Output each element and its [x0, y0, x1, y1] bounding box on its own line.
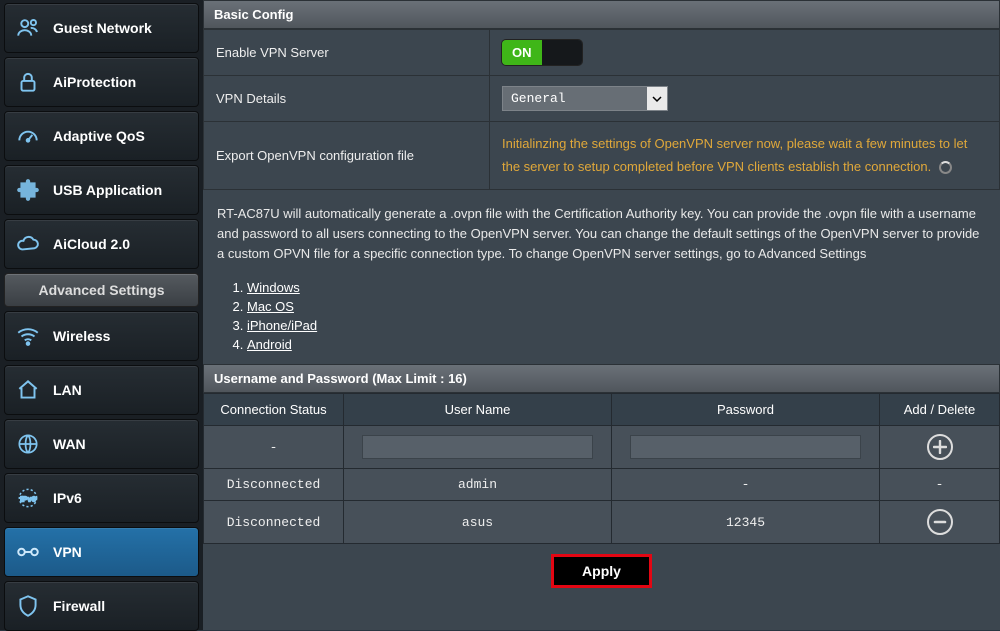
- add-button[interactable]: [927, 434, 953, 460]
- loading-spinner-icon: [939, 161, 952, 174]
- cell-status: Disconnected: [204, 469, 344, 501]
- sidebar-item-adaptive-qos[interactable]: Adaptive QoS: [4, 111, 199, 161]
- sidebar-label: Wireless: [53, 328, 110, 344]
- ipv6-icon: IPv6: [14, 484, 42, 512]
- description-text: RT-AC87U will automatically generate a .…: [203, 190, 1000, 272]
- sidebar-item-wireless[interactable]: Wireless: [4, 311, 199, 361]
- sidebar-item-aicloud[interactable]: AiCloud 2.0: [4, 219, 199, 269]
- table-row: -: [204, 426, 1000, 469]
- lock-icon: [14, 68, 42, 96]
- enable-vpn-toggle[interactable]: ON: [502, 40, 582, 65]
- cell-pass: 12345: [612, 501, 880, 544]
- sidebar-item-usb-application[interactable]: USB Application: [4, 165, 199, 215]
- delete-button[interactable]: [927, 509, 953, 535]
- os-link-windows[interactable]: Windows: [247, 280, 300, 295]
- home-icon: [14, 376, 42, 404]
- sidebar-label: Firewall: [53, 598, 105, 614]
- sidebar-label: USB Application: [53, 182, 162, 198]
- export-openvpn-label: Export OpenVPN configuration file: [204, 122, 490, 190]
- select-value: General: [503, 87, 647, 110]
- basic-config-table: Enable VPN Server ON VPN Details General…: [203, 29, 1000, 190]
- sidebar-section-advanced: Advanced Settings: [4, 273, 199, 307]
- wifi-icon: [14, 322, 42, 350]
- sidebar-item-vpn[interactable]: VPN: [4, 527, 199, 577]
- cell-status: Disconnected: [204, 501, 344, 544]
- cell-user: admin: [344, 469, 612, 501]
- user-section-title: Username and Password (Max Limit : 16): [203, 364, 1000, 393]
- sidebar-label: AiCloud 2.0: [53, 236, 130, 252]
- sidebar-item-firewall[interactable]: Firewall: [4, 581, 199, 631]
- apply-button[interactable]: Apply: [551, 554, 652, 588]
- export-status-text: Initialinzing the settings of OpenVPN se…: [502, 136, 967, 174]
- os-link-macos[interactable]: Mac OS: [247, 299, 294, 314]
- toggle-off-slot: [542, 40, 582, 65]
- password-input[interactable]: [630, 435, 861, 459]
- svg-text:IPv6: IPv6: [20, 494, 36, 503]
- cell-action: -: [880, 469, 1000, 501]
- sidebar-item-guest-network[interactable]: Guest Network: [4, 3, 199, 53]
- cell-pass: -: [612, 469, 880, 501]
- cell-status: -: [204, 426, 344, 469]
- sidebar-label: LAN: [53, 382, 82, 398]
- sidebar-label: IPv6: [53, 490, 82, 506]
- sidebar-item-wan[interactable]: WAN: [4, 419, 199, 469]
- vpn-details-label: VPN Details: [204, 76, 490, 122]
- os-list: Windows Mac OS iPhone/iPad Android: [203, 272, 1000, 364]
- sidebar-item-ipv6[interactable]: IPv6 IPv6: [4, 473, 199, 523]
- gauge-icon: [14, 122, 42, 150]
- os-link-iphone[interactable]: iPhone/iPad: [247, 318, 317, 333]
- basic-config-title: Basic Config: [203, 0, 1000, 29]
- sidebar-label: Guest Network: [53, 20, 152, 36]
- user-table: Connection Status User Name Password Add…: [203, 393, 1000, 544]
- os-link-android[interactable]: Android: [247, 337, 292, 352]
- th-status: Connection Status: [204, 394, 344, 426]
- cell-user: asus: [344, 501, 612, 544]
- th-user: User Name: [344, 394, 612, 426]
- chevron-down-icon: [647, 87, 667, 110]
- sidebar-item-aiprotection[interactable]: AiProtection: [4, 57, 199, 107]
- sidebar: Guest Network AiProtection Adaptive QoS …: [0, 0, 203, 630]
- enable-vpn-label: Enable VPN Server: [204, 30, 490, 76]
- toggle-on-label: ON: [502, 40, 542, 65]
- sidebar-label: Adaptive QoS: [53, 128, 145, 144]
- sidebar-label: VPN: [53, 544, 82, 560]
- table-row: Disconnected asus 12345: [204, 501, 1000, 544]
- sidebar-item-lan[interactable]: LAN: [4, 365, 199, 415]
- th-action: Add / Delete: [880, 394, 1000, 426]
- vpn-icon: [14, 538, 42, 566]
- main-content: Basic Config Enable VPN Server ON VPN De…: [203, 0, 1000, 630]
- users-icon: [14, 14, 42, 42]
- username-input[interactable]: [362, 435, 593, 459]
- table-row: Disconnected admin - -: [204, 469, 1000, 501]
- shield-icon: [14, 592, 42, 620]
- puzzle-icon: [14, 176, 42, 204]
- cloud-icon: [14, 230, 42, 258]
- vpn-details-select[interactable]: General: [502, 86, 668, 111]
- sidebar-label: WAN: [53, 436, 86, 452]
- sidebar-label: AiProtection: [53, 74, 136, 90]
- th-pass: Password: [612, 394, 880, 426]
- globe-icon: [14, 430, 42, 458]
